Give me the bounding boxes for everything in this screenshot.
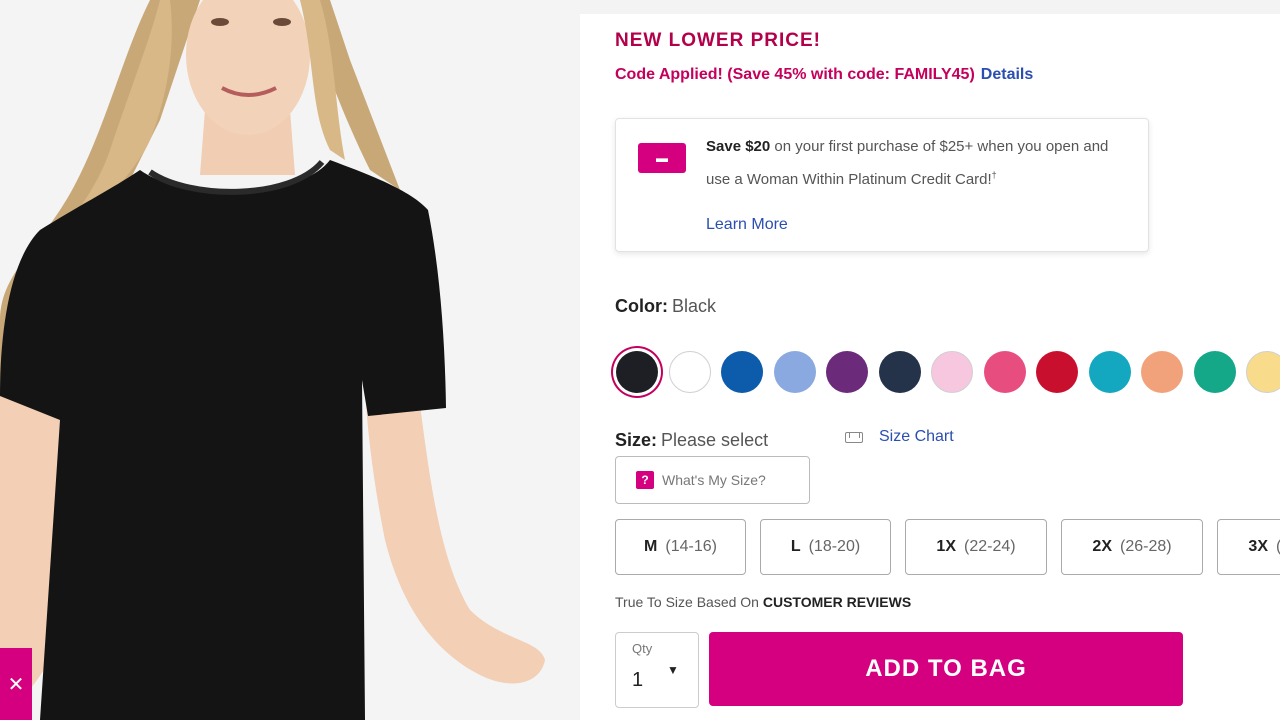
top-bar — [580, 0, 1280, 14]
size-option-label: 3X — [1248, 538, 1268, 555]
size-option-range: (26-28) — [1120, 538, 1172, 555]
promo-code-line: Code Applied! (Save 45% with code: FAMIL… — [615, 66, 1033, 84]
size-option-l[interactable]: L (18-20) — [760, 519, 891, 575]
color-swatch-green[interactable] — [1193, 351, 1236, 393]
size-option-label: L — [790, 538, 801, 555]
size-chart-label: Size Chart — [879, 428, 954, 445]
chevron-down-icon: ▼ — [667, 663, 679, 677]
fit-text: True To Size Based On — [615, 594, 763, 610]
size-option-range: (22-24) — [964, 538, 1016, 555]
color-swatch-purple[interactable] — [826, 351, 868, 393]
quantity-select[interactable]: Qty ▼ 1 — [615, 632, 699, 708]
color-swatch-black[interactable] — [616, 351, 658, 393]
question-icon: ? — [636, 471, 654, 489]
promo-headline: NEW LOWER PRICE! — [615, 30, 821, 51]
offer-bold: Save $20 — [706, 138, 771, 155]
color-swatch-light-blue[interactable] — [773, 351, 816, 393]
offer-footnote-mark: † — [991, 170, 997, 180]
credit-card-offer-text: Save $20 on your first purchase of $25+ … — [706, 133, 1126, 194]
size-option-label: 2X — [1092, 538, 1112, 555]
product-details: NEW LOWER PRICE! Code Applied! (Save 45%… — [580, 0, 1280, 720]
promo-details-link[interactable]: Details — [981, 66, 1033, 83]
add-to-bag-button[interactable]: ADD TO BAG — [709, 632, 1183, 706]
size-chart-link[interactable]: Size Chart — [845, 428, 954, 446]
color-swatch-red[interactable] — [1036, 351, 1078, 393]
learn-more-link[interactable]: Learn More — [706, 216, 788, 234]
color-swatch-royal-blue[interactable] — [721, 351, 763, 393]
color-label: Color: Black — [615, 296, 716, 317]
color-swatch-white[interactable] — [668, 351, 711, 393]
size-option-3x[interactable]: 3X (30-32) — [1217, 519, 1280, 575]
size-label-title: Size: — [615, 430, 658, 450]
selected-color: Black — [672, 296, 717, 316]
quantity-value: 1 — [632, 669, 644, 691]
size-option-range: (14-16) — [665, 538, 717, 555]
size-option-label: M — [644, 538, 658, 555]
size-option-m[interactable]: M (14-16) — [615, 519, 746, 575]
color-swatch-light-pink[interactable] — [931, 351, 973, 393]
product-page: ✕ NEW LOWER PRICE! Code Applied! (Save 4… — [0, 0, 1280, 720]
color-swatch-pink[interactable] — [983, 351, 1026, 393]
quantity-label: Qty — [632, 641, 653, 656]
selected-size: Please select — [661, 430, 769, 450]
size-option-range: (30-32) — [1276, 538, 1280, 556]
color-swatches — [610, 346, 1280, 398]
fit-info: True To Size Based On CUSTOMER REVIEWS — [615, 594, 911, 610]
credit-card-icon: ▬ — [638, 143, 686, 173]
credit-card-offer: ▬ Save $20 on your first purchase of $25… — [615, 118, 1149, 252]
color-swatch-yellow[interactable] — [1246, 351, 1280, 393]
whats-my-size-label: What's My Size? — [662, 472, 766, 488]
customer-reviews-link[interactable]: CUSTOMER REVIEWS — [763, 594, 911, 610]
product-image: ✕ — [0, 0, 580, 720]
size-option-1x[interactable]: 1X (22-24) — [905, 519, 1047, 575]
size-label: Size: Please select — [615, 430, 768, 451]
close-icon[interactable]: ✕ — [0, 648, 32, 720]
color-swatch-peach[interactable] — [1141, 351, 1183, 393]
whats-my-size-button[interactable]: ? What's My Size? — [615, 456, 810, 504]
size-option-range: (18-20) — [808, 538, 861, 555]
color-label-title: Color: — [615, 296, 668, 316]
ruler-icon — [845, 431, 863, 443]
size-option-2x[interactable]: 2X (26-28) — [1061, 519, 1203, 575]
model-illustration — [0, 0, 580, 720]
promo-code-text: Code Applied! (Save 45% with code: FAMIL… — [615, 66, 975, 83]
size-option-label: 1X — [936, 538, 956, 555]
color-swatch-teal-blue[interactable] — [1088, 351, 1131, 393]
color-swatch-navy[interactable] — [878, 351, 921, 393]
